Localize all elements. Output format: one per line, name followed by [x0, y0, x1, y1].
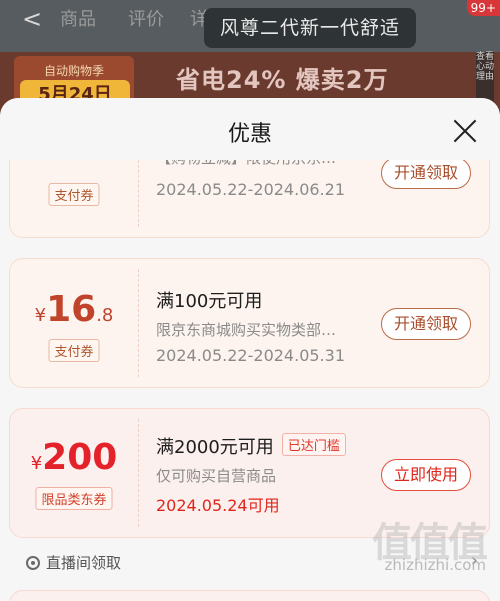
- coupon-condition: 满2000元可用 已达门槛: [156, 433, 359, 459]
- message-count-badge: 99+: [466, 0, 500, 16]
- coupon-currency: ¥: [30, 453, 43, 474]
- coupon-card: ¥16.8 支付券 满100元可用 限京东商城购买实物类部… 2024.05.2…: [9, 258, 490, 388]
- offers-sheet: 支付券 【购物立减】限使用京东… 2024.05.22-2024.06.21 开…: [0, 98, 500, 601]
- coupon-left: ¥16.8 支付券: [10, 259, 138, 387]
- coupon-condition: 满100元可用: [156, 291, 263, 312]
- coupon-currency: ¥: [34, 305, 47, 326]
- watermark-url: zhizhizhi.com: [384, 556, 486, 574]
- banner-label: 自动购物季: [43, 64, 104, 78]
- threshold-reached-badge: 已达门槛: [281, 433, 346, 456]
- coupon-amount-number: 16: [46, 289, 97, 330]
- live-icon: [26, 556, 40, 570]
- coupon-amount-decimal: .8: [96, 305, 114, 326]
- background-tab: 商品: [60, 9, 96, 30]
- next-coupon-card: [9, 590, 490, 601]
- coupon-amount-number: 200: [42, 437, 118, 478]
- coupon-date: 2024.05.22-2024.06.21: [156, 180, 345, 199]
- claim-button[interactable]: 开通领取: [381, 308, 471, 340]
- coupon-type-tag: 支付券: [48, 183, 100, 206]
- background-top-bar: < 商品 评价 详情 推荐 风尊二代新一代舒适 99+: [0, 0, 500, 52]
- coupon-info: 满2000元可用 已达门槛 仅可购买自营商品 2024.05.24可用: [156, 433, 359, 516]
- claim-button[interactable]: 开通领取: [381, 157, 471, 189]
- live-room-claim[interactable]: 直播间领取: [26, 552, 121, 573]
- background-headline: 风尊二代新一代舒适: [204, 8, 417, 48]
- coupon-left: ¥200 限品类东券: [10, 409, 138, 537]
- coupon-amount: ¥16.8: [10, 289, 138, 330]
- coupon-type-tag: 限品类东券: [35, 487, 113, 510]
- coupon-date: 2024.05.22-2024.05.31: [156, 346, 345, 365]
- coupon-desc: 限京东商城购买实物类部…: [156, 321, 337, 339]
- coupon-condition-text: 满2000元可用: [156, 437, 274, 458]
- coupon-divider: [138, 419, 139, 527]
- live-room-label: 直播间领取: [46, 554, 122, 572]
- back-icon: <: [22, 5, 43, 33]
- background-tab: 评价: [128, 9, 164, 30]
- sheet-header: 优惠: [0, 98, 500, 160]
- coupon-info: 满100元可用 限京东商城购买实物类部… 2024.05.22-2024.05.…: [156, 287, 359, 365]
- sheet-title: 优惠: [227, 122, 272, 147]
- coupon-amount: ¥200: [10, 437, 138, 478]
- coupon-type-tag: 支付券: [48, 339, 100, 362]
- coupon-desc: 仅可购买自营商品: [156, 467, 277, 485]
- coupon-divider: [138, 269, 139, 377]
- banner-slogan: 省电24% 爆卖2万: [176, 66, 389, 94]
- coupon-date: 2024.05.24可用: [156, 496, 280, 515]
- use-now-button[interactable]: 立即使用: [381, 459, 471, 491]
- close-icon[interactable]: [452, 118, 478, 144]
